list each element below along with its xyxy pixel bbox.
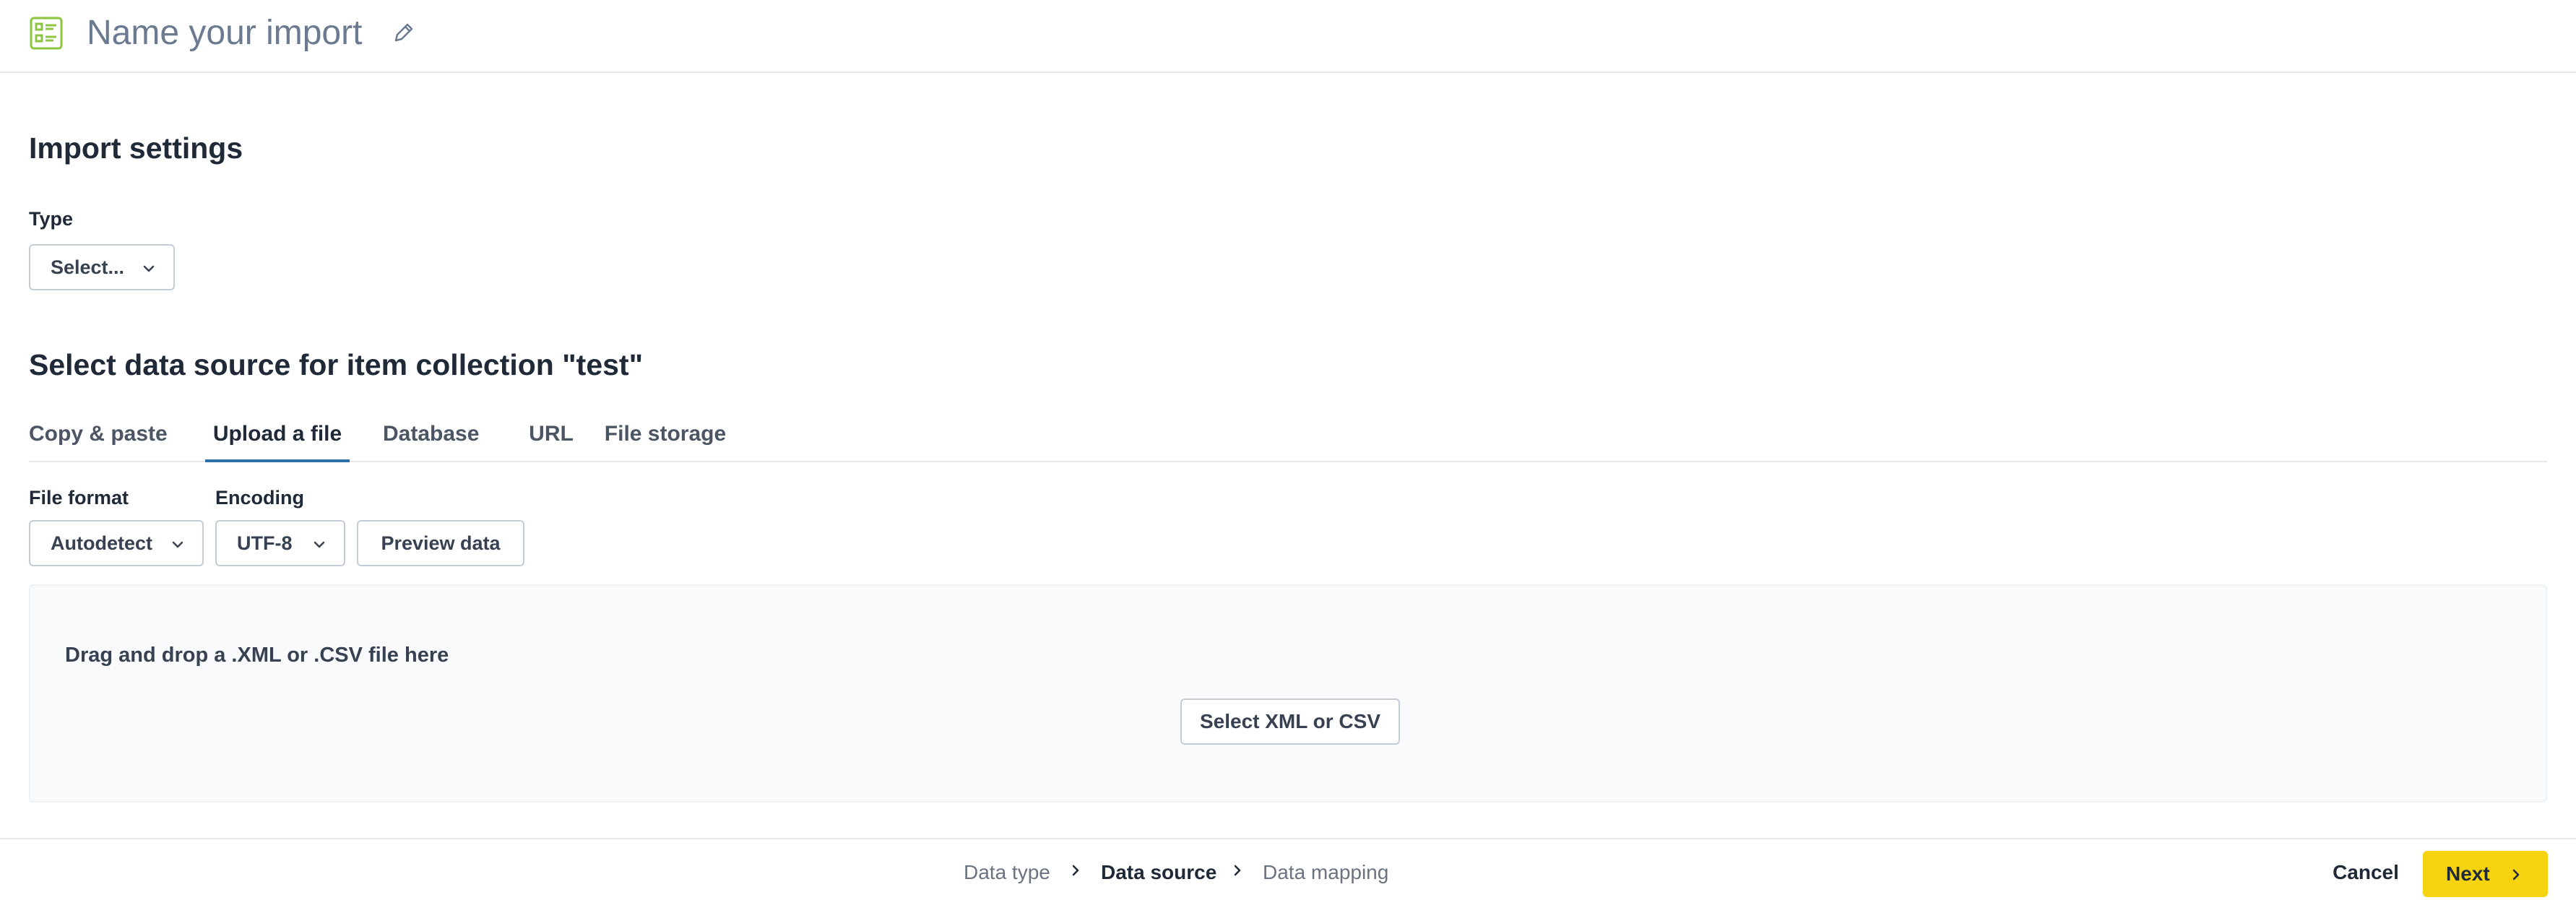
encoding-select[interactable]: UTF-8 (215, 520, 345, 566)
chevron-right-icon (1072, 865, 1079, 876)
file-format-select[interactable]: Autodetect (29, 520, 204, 566)
list-document-icon (30, 17, 63, 50)
chevron-down-icon (172, 541, 183, 548)
next-button[interactable]: Next (2423, 851, 2548, 897)
tab-copy-paste[interactable]: Copy & paste (29, 412, 168, 462)
type-select[interactable]: Select... (29, 244, 175, 290)
chevron-down-icon (143, 265, 155, 272)
import-name-title[interactable]: Name your import (87, 10, 362, 56)
wizard-footer: Data type Data source Data mapping Cance… (0, 838, 2576, 900)
cancel-button[interactable]: Cancel (2319, 852, 2413, 893)
pencil-icon[interactable] (392, 20, 415, 46)
data-source-tabs: Copy & paste Upload a file Database URL … (29, 412, 2547, 462)
encoding-value: UTF-8 (237, 532, 293, 554)
import-settings-title: Import settings (29, 131, 243, 165)
step-data-mapping: Data mapping (1263, 861, 1389, 883)
type-select-value: Select... (51, 256, 125, 278)
dropzone-instructions: Drag and drop a .XML or .CSV file here (65, 644, 449, 667)
page-header: Name your import (0, 0, 2576, 73)
data-source-title: Select data source for item collection "… (29, 348, 644, 381)
encoding-label: Encoding (215, 487, 304, 509)
next-button-label: Next (2446, 862, 2490, 885)
file-format-label: File format (29, 487, 129, 509)
chevron-down-icon (314, 541, 325, 548)
tab-file-storage[interactable]: File storage (604, 412, 727, 462)
step-data-source: Data source (1101, 861, 1217, 883)
tab-database[interactable]: Database (380, 412, 540, 462)
chevron-right-icon (2512, 869, 2520, 880)
step-data-type: Data type (964, 861, 1050, 883)
tab-url[interactable]: URL (519, 412, 584, 462)
select-file-button[interactable]: Select XML or CSV (1180, 698, 1400, 745)
preview-data-button[interactable]: Preview data (357, 520, 524, 566)
chevron-right-icon (1234, 865, 1241, 876)
type-label: Type (29, 208, 74, 230)
tab-upload-file[interactable]: Upload a file (205, 412, 350, 462)
file-dropzone[interactable]: Drag and drop a .XML or .CSV file here S… (29, 584, 2547, 802)
file-format-value: Autodetect (51, 532, 152, 554)
